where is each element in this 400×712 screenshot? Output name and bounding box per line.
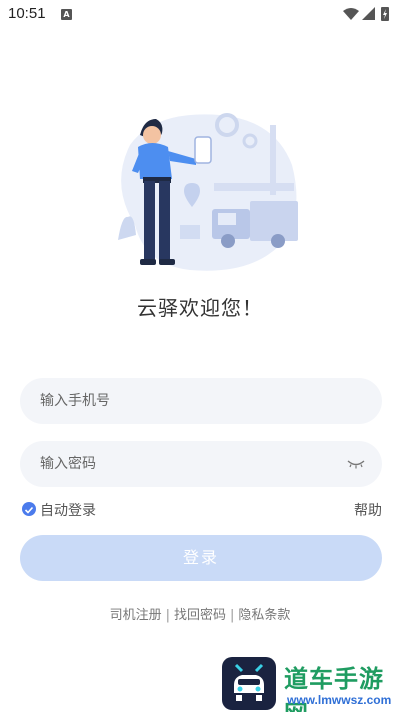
password-input[interactable] bbox=[40, 441, 340, 487]
login-button[interactable]: 登录 bbox=[20, 535, 382, 581]
phone-icon bbox=[194, 136, 212, 164]
check-icon bbox=[24, 506, 34, 514]
forgot-password-link[interactable]: 找回密码 bbox=[174, 608, 226, 623]
welcome-illustration bbox=[100, 105, 300, 275]
watermark: 道车手游网 www.lmwwsz.com bbox=[222, 657, 398, 712]
privacy-policy-link[interactable]: 隐私条款 bbox=[238, 608, 290, 623]
auto-login-label[interactable]: 自动登录 bbox=[40, 500, 96, 520]
driver-register-link[interactable]: 司机注册 bbox=[110, 608, 162, 623]
auto-login-checkbox[interactable] bbox=[22, 502, 36, 516]
status-time: 10:51 bbox=[8, 5, 46, 22]
welcome-title: 云驿欢迎您！ bbox=[137, 296, 263, 320]
eye-closed-icon[interactable] bbox=[346, 457, 366, 471]
watermark-url: www.lmwwsz.com bbox=[287, 693, 392, 707]
watermark-logo-icon bbox=[222, 657, 276, 710]
login-options-row: 自动登录 帮助 bbox=[20, 498, 382, 520]
password-field[interactable] bbox=[20, 441, 382, 487]
link-separator: | bbox=[230, 608, 235, 623]
link-separator: | bbox=[165, 608, 170, 623]
status-icons bbox=[342, 6, 392, 26]
help-link[interactable]: 帮助 bbox=[354, 500, 382, 520]
footer-links: 司机注册 | 找回密码 | 隐私条款 bbox=[0, 604, 400, 623]
signal-icon bbox=[362, 7, 375, 20]
wifi-icon bbox=[343, 8, 359, 20]
phone-input[interactable] bbox=[40, 378, 340, 424]
status-bar: 10:51 A bbox=[0, 0, 400, 30]
phone-field[interactable] bbox=[20, 378, 382, 424]
notification-icon: A bbox=[61, 9, 72, 20]
